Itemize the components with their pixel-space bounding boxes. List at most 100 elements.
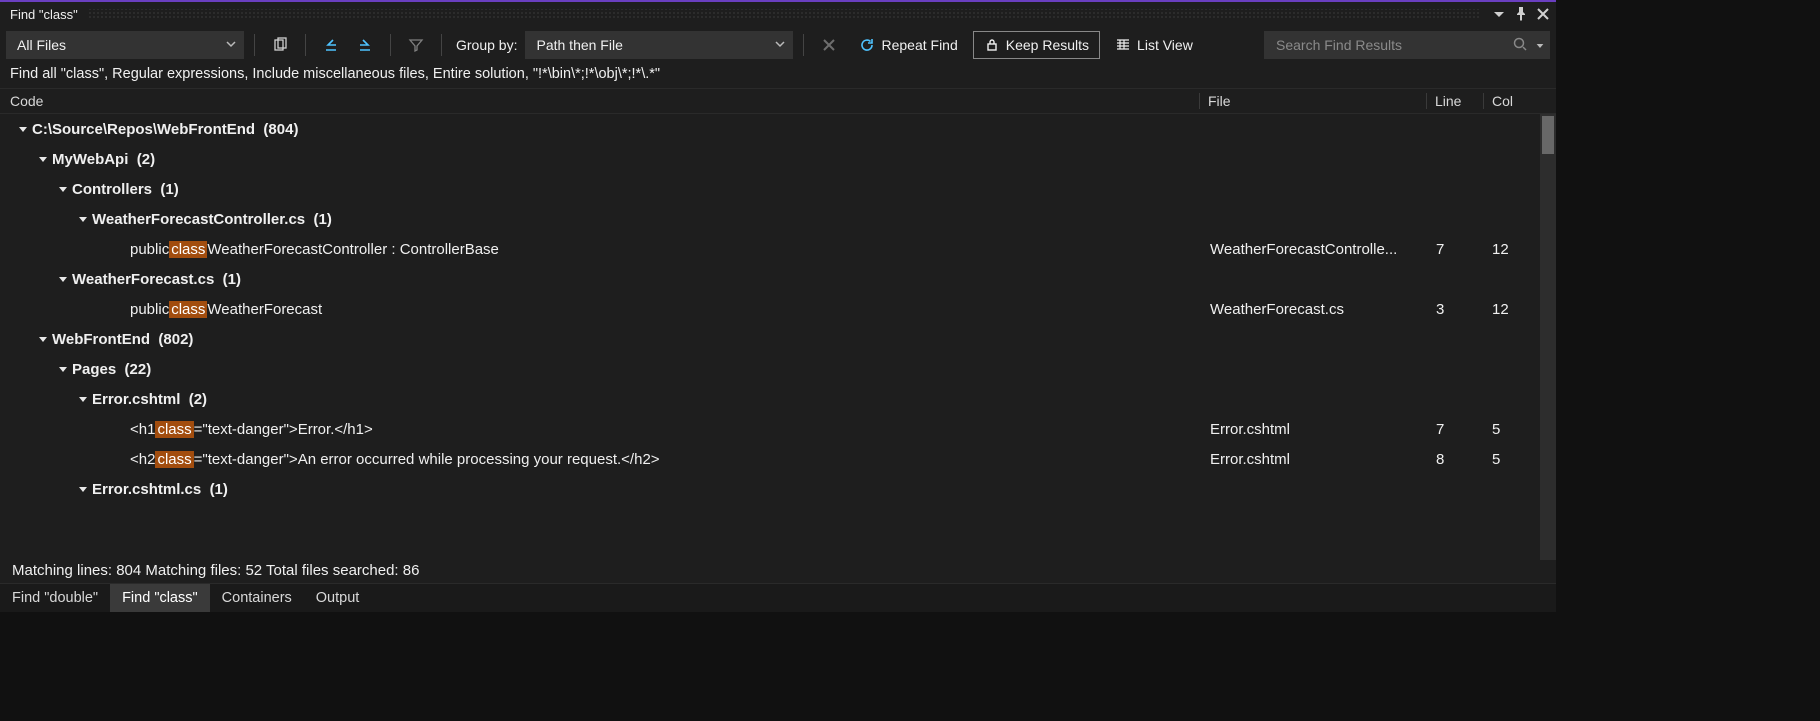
group-label: C:\Source\Repos\WebFrontEnd [32,121,255,138]
group-row-wf-file[interactable]: WeatherForecast.cs (1) [0,264,1540,294]
expander-icon[interactable] [76,482,90,496]
expander-icon[interactable] [76,392,90,406]
list-icon [1115,37,1131,53]
group-by-combo[interactable]: Path then File [525,31,793,59]
group-count: (1) [313,211,331,228]
scope-combo-value: All Files [17,37,66,53]
expander-icon[interactable] [56,182,70,196]
search-results-input[interactable] [1264,31,1550,59]
previous-match-icon[interactable] [316,31,346,59]
group-count: (2) [137,151,155,168]
group-count: (804) [263,121,298,138]
next-match-icon[interactable] [350,31,380,59]
result-line: 7 [1428,241,1484,258]
close-icon[interactable] [1534,5,1552,23]
search-icon[interactable] [1512,36,1528,55]
pin-icon[interactable] [1512,5,1530,23]
group-row-wfc-file[interactable]: WeatherForecastController.cs (1) [0,204,1540,234]
scrollbar-thumb[interactable] [1542,116,1554,154]
scope-combo[interactable]: All Files [6,31,244,59]
match-highlight: class [169,241,207,258]
group-row-error-cshtml[interactable]: Error.cshtml (2) [0,384,1540,414]
group-count: (802) [158,331,193,348]
copy-icon[interactable] [265,31,295,59]
result-row[interactable]: <h1 class="text-danger">Error.</h1> Erro… [0,414,1540,444]
window-menu-icon[interactable] [1490,5,1508,23]
result-row[interactable]: public class WeatherForecastController :… [0,234,1540,264]
column-header-file[interactable]: File [1199,93,1426,109]
group-count: (2) [189,391,207,408]
separator [254,34,255,56]
results-area: C:\Source\Repos\WebFrontEnd (804) MyWebA… [0,114,1556,560]
result-col: 5 [1484,451,1540,468]
list-view-label: List View [1137,37,1193,53]
bottom-tab-bar: Find "double" Find "class" Containers Ou… [0,583,1556,612]
tab-containers[interactable]: Containers [210,584,304,612]
expander-icon[interactable] [56,272,70,286]
expander-icon[interactable] [16,122,30,136]
titlebar-grip[interactable] [88,9,1480,19]
group-row-webfrontend[interactable]: WebFrontEnd (802) [0,324,1540,354]
group-label: WeatherForecastController.cs [92,211,305,228]
group-label: Pages [72,361,116,378]
results-tree[interactable]: C:\Source\Repos\WebFrontEnd (804) MyWebA… [0,114,1540,560]
result-line: 7 [1428,421,1484,438]
group-row-error-cshtml-cs[interactable]: Error.cshtml.cs (1) [0,474,1540,504]
tab-find-class[interactable]: Find "class" [110,584,210,612]
group-row-mywebapi[interactable]: MyWebApi (2) [0,144,1540,174]
tab-find-double[interactable]: Find "double" [0,584,110,612]
repeat-find-button[interactable]: Repeat Find [848,31,968,59]
group-label: Error.cshtml [92,391,180,408]
keep-results-button[interactable]: Keep Results [973,31,1100,59]
chevron-down-icon[interactable] [1536,37,1544,53]
result-line: 8 [1428,451,1484,468]
result-row[interactable]: public class WeatherForecast WeatherFore… [0,294,1540,324]
result-col: 12 [1484,301,1540,318]
stop-icon[interactable] [814,31,844,59]
lock-icon [984,37,1000,53]
group-count: (1) [223,271,241,288]
group-label: MyWebApi [52,151,128,168]
match-highlight: class [155,421,193,438]
panel-title: Find "class" [10,7,78,22]
code-pre: <h2 [130,451,155,468]
toolbar: All Files Group by: Path then File [0,26,1556,64]
code-post: ="text-danger">An error occurred while p… [194,451,660,468]
chevron-down-icon [225,37,237,53]
result-file: Error.cshtml [1202,421,1428,438]
expander-icon[interactable] [36,152,50,166]
group-by-label: Group by: [452,37,521,53]
group-row-pages[interactable]: Pages (22) [0,354,1540,384]
group-by-value: Path then File [536,37,622,53]
column-headers: Code File Line Col [0,88,1556,114]
column-header-line[interactable]: Line [1426,93,1483,109]
vertical-scrollbar[interactable] [1540,114,1556,560]
group-count: (1) [160,181,178,198]
result-row[interactable]: <h2 class="text-danger">An error occurre… [0,444,1540,474]
expander-icon[interactable] [76,212,90,226]
group-label: Error.cshtml.cs [92,481,201,498]
result-col: 5 [1484,421,1540,438]
group-row-root[interactable]: C:\Source\Repos\WebFrontEnd (804) [0,114,1540,144]
expander-icon[interactable] [36,332,50,346]
code-pre: public [130,301,169,318]
result-file: Error.cshtml [1202,451,1428,468]
find-results-panel: Find "class" All Files [0,0,1556,612]
code-post: WeatherForecast [207,301,322,318]
column-header-code[interactable]: Code [0,93,1199,109]
code-post: WeatherForecastController : ControllerBa… [207,241,499,258]
group-count: (1) [210,481,228,498]
group-label: WebFrontEnd [52,331,150,348]
code-pre: public [130,241,169,258]
search-field[interactable] [1274,36,1504,54]
column-header-col[interactable]: Col [1483,93,1540,109]
clear-filter-icon[interactable] [401,31,431,59]
group-row-controllers[interactable]: Controllers (1) [0,174,1540,204]
separator [441,34,442,56]
separator [305,34,306,56]
refresh-icon [859,37,875,53]
list-view-button[interactable]: List View [1104,31,1204,59]
expander-icon[interactable] [56,362,70,376]
panel-titlebar: Find "class" [0,2,1556,26]
tab-output[interactable]: Output [304,584,372,612]
